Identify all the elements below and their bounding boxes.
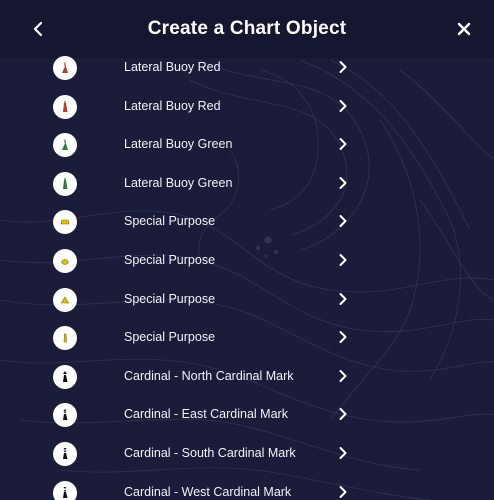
- list-item-cardinal-south[interactable]: Cardinal - South Cardinal Mark: [0, 434, 494, 473]
- list-item-label: Lateral Buoy Green: [124, 175, 233, 190]
- list-item-cardinal-west[interactable]: Cardinal - West Cardinal Mark: [0, 473, 494, 500]
- chevron-right-icon: [339, 292, 347, 305]
- list-item-special-purpose-1[interactable]: Special Purpose: [0, 202, 494, 241]
- chevron-right-icon: [339, 215, 347, 228]
- list-item-special-purpose-2[interactable]: Special Purpose: [0, 241, 494, 280]
- special-purpose-icon: [53, 326, 77, 351]
- list-item-label: Cardinal - North Cardinal Mark: [124, 368, 294, 383]
- list-item-label: Lateral Buoy Green: [124, 137, 233, 152]
- chevron-right-icon: [339, 253, 347, 266]
- list-item-special-purpose-3[interactable]: Special Purpose: [0, 280, 494, 319]
- list-item-label: Lateral Buoy Red: [124, 60, 221, 74]
- chart-object-list: Lateral Buoy Red Lateral Buoy Red Latera…: [0, 48, 494, 500]
- cardinal-south-icon: [53, 441, 77, 466]
- list-item-label: Special Purpose: [124, 214, 216, 229]
- chevron-right-icon: [339, 485, 347, 498]
- list-item-label: Special Purpose: [124, 291, 216, 306]
- list-item-cardinal-east[interactable]: Cardinal - East Cardinal Mark: [0, 395, 494, 434]
- close-icon: [457, 22, 471, 36]
- chart-object-dialog: Create a Chart Object Lateral Buoy Red L…: [0, 0, 494, 500]
- lateral-buoy-green-icon: [53, 171, 77, 196]
- chevron-right-icon: [339, 446, 347, 459]
- chevron-right-icon: [339, 176, 347, 189]
- list-item-label: Cardinal - East Cardinal Mark: [124, 407, 288, 422]
- chevron-right-icon: [339, 138, 347, 151]
- list-item-special-purpose-4[interactable]: Special Purpose: [0, 318, 494, 357]
- list-item-cardinal-north[interactable]: Cardinal - North Cardinal Mark: [0, 357, 494, 396]
- cardinal-east-icon: [53, 403, 77, 428]
- special-purpose-icon: [53, 248, 77, 273]
- list-item-label: Special Purpose: [124, 252, 216, 267]
- chevron-right-icon: [339, 408, 347, 421]
- list-item-lateral-buoy-red-1[interactable]: Lateral Buoy Red: [0, 48, 494, 87]
- list-item-label: Lateral Buoy Red: [124, 98, 221, 113]
- special-purpose-icon: [53, 287, 77, 312]
- cardinal-north-icon: [53, 364, 77, 389]
- list-item-lateral-buoy-red-2[interactable]: Lateral Buoy Red: [0, 87, 494, 126]
- chevron-right-icon: [339, 331, 347, 344]
- list-item-label: Special Purpose: [124, 330, 216, 345]
- chevron-right-icon: [339, 369, 347, 382]
- special-purpose-icon: [53, 210, 77, 235]
- cardinal-west-icon: [53, 480, 77, 500]
- chevron-right-icon: [339, 61, 347, 73]
- chevron-right-icon: [339, 99, 347, 112]
- lateral-buoy-red-icon: [53, 56, 77, 80]
- list-item-label: Cardinal - South Cardinal Mark: [124, 445, 296, 460]
- lateral-buoy-red-icon: [53, 94, 77, 119]
- list-item-label: Cardinal - West Cardinal Mark: [124, 484, 292, 499]
- lateral-buoy-green-icon: [53, 133, 77, 158]
- list-item-lateral-buoy-green-2[interactable]: Lateral Buoy Green: [0, 164, 494, 203]
- list-item-lateral-buoy-green-1[interactable]: Lateral Buoy Green: [0, 125, 494, 164]
